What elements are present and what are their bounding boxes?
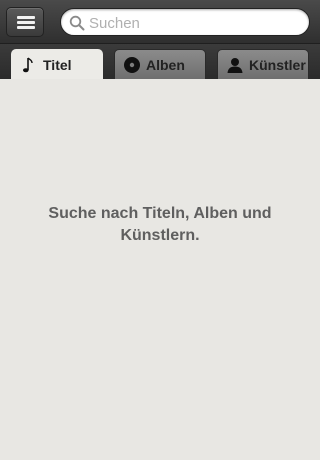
search-icon [69, 15, 85, 31]
disc-icon [124, 56, 140, 73]
empty-state-message: Suche nach Titeln, Alben und Künstlern. [48, 205, 272, 244]
tab-alben-label: Alben [146, 56, 185, 73]
tab-kuenstler-label: Künstler [249, 56, 306, 73]
tab-titel-label: Titel [43, 56, 72, 73]
search-input[interactable] [89, 12, 299, 34]
music-note-icon [23, 56, 33, 72]
tab-kuenstler[interactable]: Künstler [217, 49, 309, 79]
person-icon [227, 57, 243, 73]
results-area: Suche nach Titeln, Alben und Künstlern. [0, 79, 320, 460]
tab-bar: Titel Alben Künstler [0, 44, 320, 79]
menu-button[interactable] [6, 7, 44, 37]
search-box[interactable] [60, 8, 310, 36]
tab-titel[interactable]: Titel [11, 49, 103, 79]
tab-alben[interactable]: Alben [114, 49, 206, 79]
top-bar [0, 0, 320, 44]
